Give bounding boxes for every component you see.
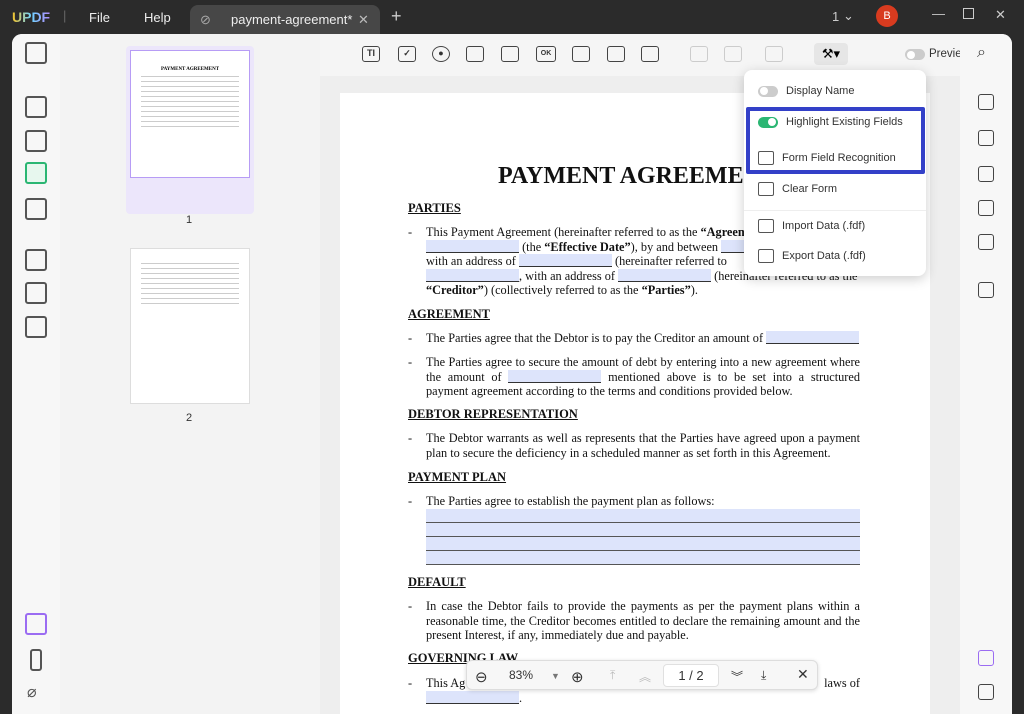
form-field[interactable] [426,522,860,537]
bookmark-icon[interactable] [30,649,42,671]
export-icon [758,249,774,263]
form-field[interactable] [426,690,519,704]
close-zoombar-icon[interactable]: ✕ [797,666,809,683]
convert-pdf-icon[interactable] [978,130,994,146]
date-field-icon[interactable] [607,46,625,62]
share-icon[interactable] [978,200,994,216]
zoom-in-icon[interactable]: ⊕ [571,668,584,686]
form-field[interactable] [618,268,712,282]
radio-button-icon[interactable]: ● [432,46,450,62]
first-page-icon[interactable]: ⤒ [610,668,615,683]
crop-icon[interactable] [25,282,47,304]
tab-title: payment-agreement* [231,12,353,27]
form-field[interactable] [426,550,860,565]
zoom-out-icon[interactable]: ⊖ [475,668,488,686]
section-heading: PARTIES [408,201,461,215]
document-tab[interactable]: ⊘ payment-agreement* ✕ [190,5,380,34]
thumbnail-page-number: 2 [186,412,193,424]
clear-form-icon [758,182,774,196]
preview-toggle[interactable] [905,49,925,60]
form-field[interactable] [426,239,519,253]
search-icon[interactable]: ⌕ [977,44,986,62]
maximize-icon[interactable] [963,8,974,19]
chat-icon[interactable] [978,684,994,700]
align-icon[interactable] [765,46,783,62]
menu-item-display-name[interactable]: Display Name [744,76,926,106]
next-page-icon[interactable]: ︾ [731,668,743,685]
display-name-toggle[interactable] [758,85,778,97]
window-count[interactable]: 1 [832,9,839,24]
avatar[interactable]: B [876,5,898,27]
layers-icon[interactable] [25,613,47,635]
image-field-icon[interactable] [572,46,590,62]
attachment-icon[interactable]: ⌀ [27,682,37,702]
combo-box-icon[interactable] [466,46,484,62]
section-heading: DEBTOR REPRESENTATION [408,407,578,421]
previous-page-icon[interactable]: ︽ [639,668,651,685]
menu-item-import-data[interactable]: Import Data (.fdf) [744,210,926,240]
app-logo: UPDF [12,9,51,25]
protect-icon[interactable] [978,166,994,182]
section-heading: DEFAULT [408,575,466,589]
list-box-icon[interactable] [501,46,519,62]
page-thumbnail-2[interactable] [130,248,250,404]
form-field[interactable] [426,508,860,523]
zoom-level[interactable]: 83% [509,668,533,682]
section-heading: AGREEMENT [408,307,490,321]
form-field[interactable] [426,268,519,282]
comment-icon[interactable] [25,96,47,118]
thumbnail-title: PAYMENT AGREEMENT [160,67,220,72]
form-tools-dropdown-button[interactable]: ⚒▾ [814,43,848,65]
chevron-down-icon[interactable]: ⌄ [843,8,854,24]
form-icon[interactable] [25,162,47,184]
cloud-off-icon: ⊘ [200,12,211,27]
grid-icon[interactable] [724,46,742,62]
close-tab-icon[interactable]: ✕ [358,12,369,28]
checkbox-icon[interactable]: ✓ [398,46,416,62]
button-field-icon[interactable]: OK [536,46,556,62]
email-icon[interactable] [978,234,994,250]
section-heading: PAYMENT PLAN [408,470,507,484]
agreement-paragraph-1: - The Parties agree that the Debtor is to… [408,331,860,346]
menu-item-clear-form[interactable]: Clear Form [744,174,926,204]
form-field[interactable] [766,331,860,344]
sign-icon[interactable] [25,198,47,220]
page-thumbnail-1[interactable]: PAYMENT AGREEMENT [130,50,250,178]
ocr-icon[interactable] [978,94,994,110]
thumbnail-panel: PAYMENT AGREEMENT 1 2 [60,34,320,714]
form-field[interactable] [508,369,602,383]
new-tab-icon[interactable]: + [391,6,402,27]
debtor-paragraph: - The Debtor warrants as well as represen… [408,431,860,460]
duplicate-icon[interactable] [690,46,708,62]
default-paragraph: - In case the Debtor fails to provide the… [408,599,860,642]
edit-icon[interactable] [25,130,47,152]
import-icon [758,218,774,233]
organize-pages-icon[interactable] [25,249,47,271]
last-page-icon[interactable]: ⤓ [761,668,766,683]
menu-item-export-data[interactable]: Export Data (.fdf) [744,241,926,271]
convert-icon[interactable] [25,316,47,338]
zoom-navigation-bar: ⊖ 83% ▼ ⊕ ⤒ ︽ 1 / 2 ︾ ⤓ ✕ [466,660,818,690]
close-window-icon[interactable]: ✕ [995,7,1006,23]
document-title: PAYMENT AGREEMENT [498,163,777,189]
minimize-icon[interactable]: — [932,6,945,21]
menu-file[interactable]: File [89,10,110,25]
left-toolbar: ⌀ [12,34,60,714]
reader-icon[interactable] [25,42,47,64]
menu-help[interactable]: Help [144,10,171,25]
plan-paragraph: - The Parties agree to establish the paym… [408,494,860,565]
save-icon[interactable] [978,282,994,298]
zoom-dropdown-icon[interactable]: ▼ [551,671,560,681]
right-toolbar: ⌕ [960,34,1012,714]
form-field[interactable] [518,254,612,267]
highlight-annotation-box [746,107,925,174]
page-number-input[interactable]: 1 / 2 [663,664,719,687]
signature-field-icon[interactable] [641,46,659,62]
title-bar: UPDF | File Help ⊘ payment-agreement* ✕ … [0,0,1024,34]
text-field-icon[interactable]: TI [362,46,380,62]
agreement-paragraph-2: - The Parties agree to secure the amount … [408,355,860,398]
ai-assistant-icon[interactable] [978,650,994,666]
thumbnail-page-number: 1 [186,214,193,226]
form-field[interactable] [426,536,860,551]
